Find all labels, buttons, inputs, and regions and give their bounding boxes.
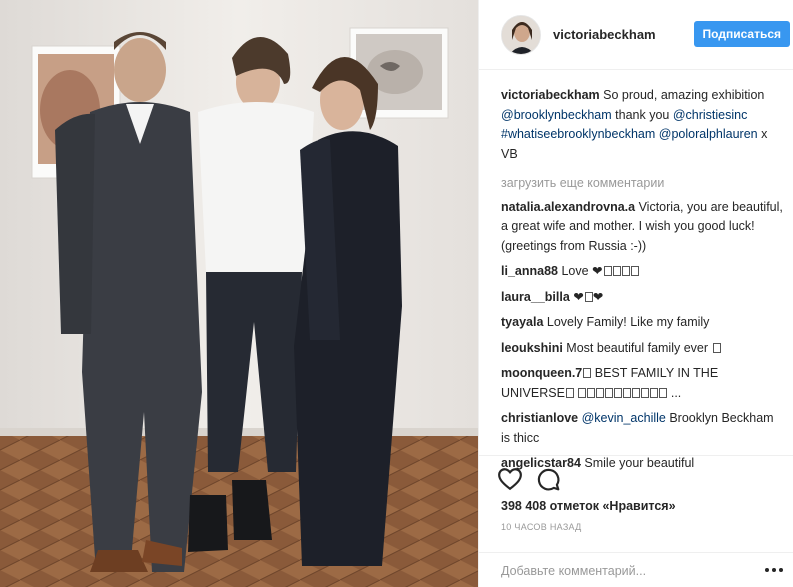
comment-row: natalia.alexandrovna.a Victoria, you are… (501, 198, 784, 257)
comment-username[interactable]: li_anna88 (501, 264, 558, 278)
likes-count[interactable]: 398 408 отметок «Нравится» (501, 499, 676, 513)
post-header: victoriabeckham Подписаться (479, 0, 793, 70)
missing-glyph-icon (659, 387, 668, 398)
comment-text: Lovely Family! Like my family (543, 315, 710, 329)
missing-glyph-icon (650, 387, 659, 398)
comment-text: Most beautiful family ever (562, 340, 712, 355)
comment-bubble-icon[interactable] (535, 466, 561, 492)
missing-glyph-icon (565, 387, 574, 398)
avatar[interactable] (501, 14, 541, 55)
add-comment-bar (479, 552, 793, 587)
comment-row: leoukshini Most beautiful family ever (501, 339, 784, 359)
comments-list: victoriabeckham So proud, amazing exhibi… (501, 86, 784, 480)
comment-username[interactable]: leoukshini (501, 341, 563, 355)
header-username[interactable]: victoriabeckham (553, 27, 656, 42)
mention-link[interactable]: @poloralphlauren (659, 127, 758, 141)
post-photo[interactable] (0, 0, 478, 587)
more-options-icon[interactable] (764, 563, 784, 577)
missing-glyph-icon (614, 387, 623, 398)
comment-text: Love ❤ (557, 264, 603, 278)
caption-username[interactable]: victoriabeckham (501, 88, 600, 102)
missing-glyph-icon (621, 266, 630, 276)
missing-glyph-icon (605, 387, 614, 398)
post-details-panel: victoriabeckham Подписаться victoriabeck… (478, 0, 793, 587)
missing-glyph-icon (603, 266, 612, 276)
post-timestamp: 10 ЧАСОВ НАЗАД (501, 522, 582, 532)
missing-glyph-icon (630, 266, 639, 276)
heart-emoji: ❤ (592, 289, 604, 304)
comment-text: ❤ (569, 289, 584, 304)
heart-icon[interactable] (497, 466, 523, 492)
missing-glyph-icon (612, 266, 621, 276)
mention-link[interactable]: @brooklynbeckham (501, 108, 612, 122)
comment-row: laura__billa ❤ ❤ (501, 288, 784, 308)
mention-link[interactable]: @christiesinc (673, 108, 748, 122)
missing-glyph-icon (578, 387, 587, 398)
heart-icon-glyph (498, 468, 522, 491)
missing-glyph-icon (641, 387, 650, 398)
comment-row: tyayala Lovely Family! Like my family (501, 313, 784, 333)
missing-glyph-icon (712, 342, 721, 353)
caption: victoriabeckham So proud, amazing exhibi… (501, 86, 784, 164)
hashtag-link[interactable]: #whatiseebrooklynbeckham (501, 127, 655, 141)
missing-glyph-icon (584, 291, 593, 302)
comment-bubble-icon-glyph (537, 468, 560, 491)
missing-glyph-icon (596, 387, 605, 398)
avatar-image (502, 15, 540, 54)
post-actions: 398 408 отметок «Нравится» 10 ЧАСОВ НАЗА… (479, 455, 793, 587)
comment-input[interactable] (501, 561, 741, 581)
load-more-comments-link[interactable]: загрузить еще комментарии (501, 174, 784, 194)
photo-illustration (0, 0, 478, 587)
comment-username[interactable]: natalia.alexandrovna.a (501, 200, 635, 214)
more-options-glyph (765, 568, 783, 572)
comment-username[interactable]: laura__billa (501, 290, 570, 304)
caption-text: thank you (611, 107, 673, 122)
comment-row: christianlove @kevin_achille Brooklyn Be… (501, 409, 784, 448)
instagram-post-view: victoriabeckham Подписаться victoriabeck… (0, 0, 793, 587)
missing-glyph-icon (632, 387, 641, 398)
missing-glyph-icon (587, 387, 596, 398)
comment-username[interactable]: christianlove (501, 411, 578, 425)
comment-row: moonqueen.7 BEST FAMILY IN THE UNIVERSE … (501, 366, 719, 400)
comment-username[interactable]: moonqueen.7 (501, 366, 582, 380)
caption-text: So proud, amazing exhibition (599, 88, 765, 102)
mention-link[interactable]: @kevin_achille (582, 411, 666, 425)
missing-glyph-icon (623, 387, 632, 398)
comment-row: li_anna88 Love ❤ (501, 262, 784, 282)
follow-button[interactable]: Подписаться (693, 21, 790, 47)
comment-username[interactable]: tyayala (501, 315, 543, 329)
